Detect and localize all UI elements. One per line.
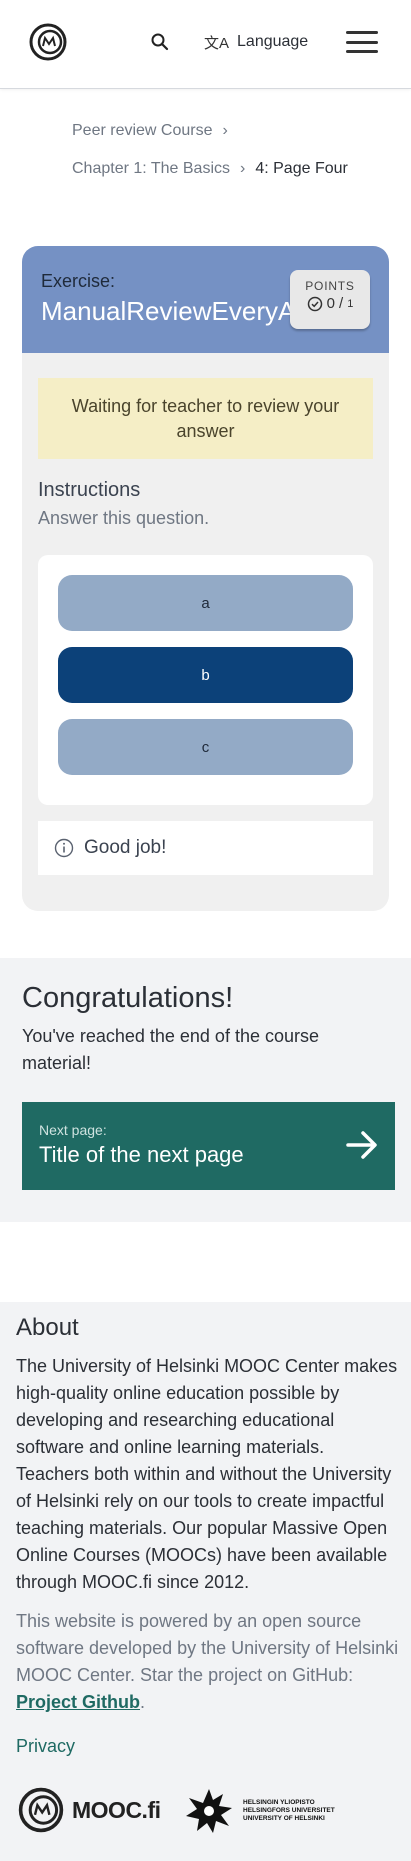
university-name-en: UNIVERSITY OF HELSINKI (243, 1815, 325, 1822)
mooc-footer-logo[interactable]: MOOC.fi (16, 1786, 161, 1834)
next-page-button[interactable]: Next page: Title of the next page (22, 1102, 395, 1190)
congratulations-title: Congratulations! (22, 982, 234, 1014)
university-name-fi: HELSINGIN YLIOPISTO (243, 1799, 315, 1806)
opensource-text: This website is powered by an open sourc… (16, 1611, 399, 1685)
congratulations-text: You've reached the end of the course mat… (22, 1026, 319, 1073)
next-page-kicker: Next page: (39, 1122, 107, 1138)
check-circle-icon (307, 296, 322, 311)
privacy-link[interactable]: Privacy (16, 1736, 75, 1757)
about-paragraph: The University of Helsinki MOOC Center m… (16, 1356, 398, 1592)
answer-options: a b c (38, 555, 373, 805)
points-earned: 0 (326, 295, 336, 312)
option-button-a[interactable]: a (58, 575, 353, 631)
top-navigation-bar: 文A Language (0, 0, 411, 89)
exercise-kicker: Exercise: (41, 271, 116, 291)
helsinki-flame-icon (186, 1789, 232, 1833)
points-value: 0/1 (290, 295, 370, 312)
breadcrumb: Peer review Course › Chapter 1: The Basi… (72, 112, 348, 188)
instructions-text: Answer this question. (38, 508, 210, 528)
breadcrumb-separator: › (222, 122, 228, 139)
about-opensource-paragraph: This website is powered by an open sourc… (16, 1608, 401, 1716)
congratulations-section: Congratulations! You've reached the end … (0, 958, 411, 1222)
language-label: Language (237, 33, 309, 50)
exercise-card: Exercise: ManualReviewEveryAnswer POINTS… (22, 246, 389, 911)
project-github-link[interactable]: Project Github (16, 1692, 140, 1712)
about-footer: About The University of Helsinki MOOC Ce… (0, 1302, 411, 1861)
university-name-sv: HELSINGFORS UNIVERSITET (243, 1807, 335, 1814)
breadcrumb-separator: › (240, 160, 246, 177)
university-of-helsinki-logo[interactable]: HELSINGIN YLIOPISTO HELSINGFORS UNIVERSI… (183, 1786, 335, 1836)
language-button[interactable]: 文A Language (204, 28, 308, 56)
arrow-right-icon (346, 1131, 377, 1159)
breadcrumb-course-link[interactable]: Peer review Course (72, 112, 213, 150)
feedback-text: Good job! (84, 837, 167, 858)
exercise-header: Exercise: ManualReviewEveryAnswer POINTS… (22, 246, 389, 353)
points-max: 1 (347, 297, 354, 310)
points-badge: POINTS 0/1 (290, 270, 370, 329)
opensource-suffix: . (140, 1692, 146, 1712)
university-name-lines: HELSINGIN YLIOPISTO HELSINGFORS UNIVERSI… (243, 1799, 335, 1823)
instructions-heading: Instructions (38, 479, 141, 501)
breadcrumb-current-page: 4: Page Four (255, 160, 348, 177)
exercise-title: ManualReviewEveryAnswer (41, 296, 301, 326)
mooc-logo-icon (18, 1787, 64, 1833)
translate-icon: 文A (204, 34, 230, 52)
option-button-c[interactable]: c (58, 719, 353, 775)
info-icon (54, 838, 74, 858)
mooc-wordmark: MOOC.fi (72, 1796, 161, 1823)
points-label: POINTS (305, 279, 355, 293)
breadcrumb-chapter-link[interactable]: Chapter 1: The Basics (72, 150, 230, 188)
mooc-logo-icon[interactable] (28, 22, 68, 62)
feedback-box: Good job! (38, 821, 373, 875)
option-button-b[interactable]: b (58, 647, 353, 703)
next-page-title: Title of the next page (39, 1142, 244, 1167)
review-status-message: Waiting for teacher to review your answe… (38, 378, 373, 459)
hamburger-menu-icon[interactable] (346, 31, 378, 53)
search-icon[interactable] (150, 32, 170, 52)
about-title: About (16, 1314, 79, 1341)
